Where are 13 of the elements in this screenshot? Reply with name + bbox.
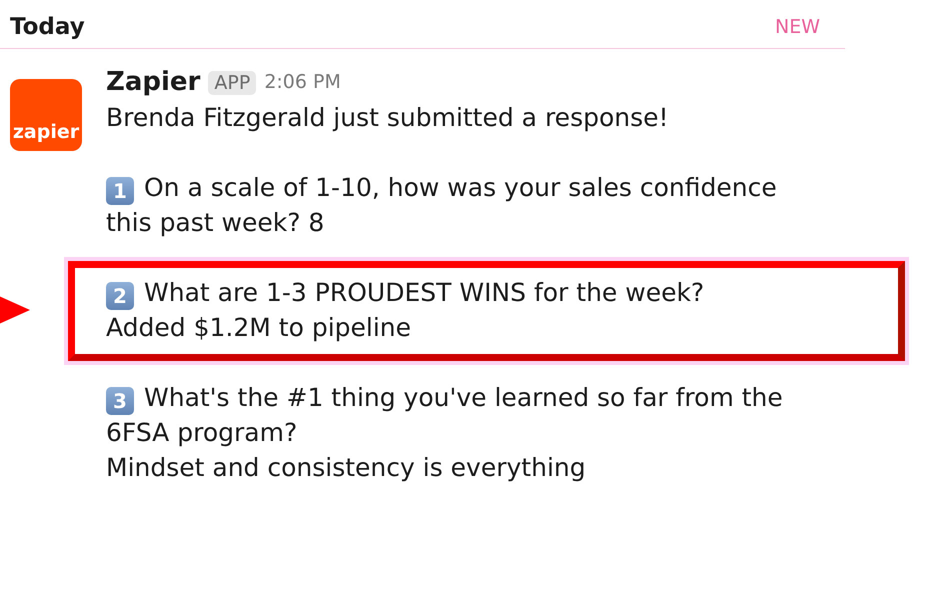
answer-text: Added $1.2M to pipeline	[106, 312, 412, 344]
question-text: 3 What's the #1 thing you've learned so far from the 6FSA program?	[106, 382, 784, 449]
message-intro: Brenda Fitzgerald just submitted a response!	[106, 103, 669, 132]
new-label: NEW	[774, 16, 820, 38]
answer-text: Mindset and consistency is everything	[106, 452, 587, 484]
app-avatar[interactable]: zapier	[10, 79, 82, 151]
message-time[interactable]: 2:06 PM	[264, 65, 341, 100]
question-text: 2 What are 1-3 PROUDEST WINS for the week?	[106, 275, 826, 310]
app-tag: APP	[208, 70, 256, 94]
question-answer: 1 On a scale of 1-10, how was your sales confidence this past week? 8	[106, 172, 778, 239]
day-heading: Today	[10, 14, 85, 40]
sender-name[interactable]: Zapier	[106, 65, 200, 100]
avatar-text: zapier	[12, 121, 80, 143]
